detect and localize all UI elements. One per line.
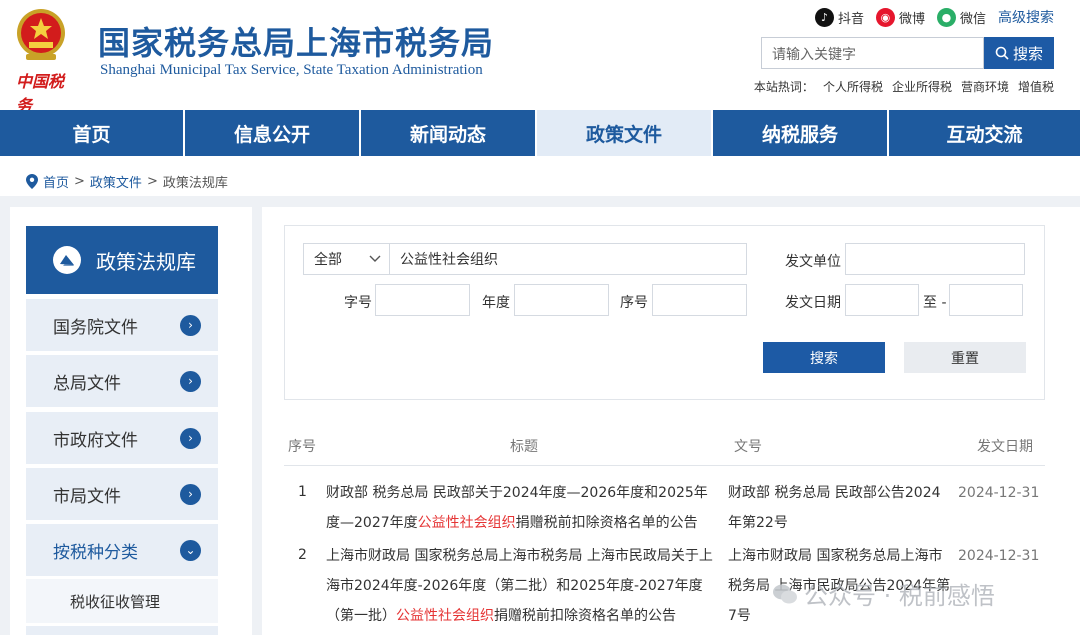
sidebar-item-label: 市政府文件 xyxy=(53,430,138,451)
date-label: 发文日期 xyxy=(785,295,841,311)
nav-info-disclosure[interactable]: 信息公开 xyxy=(185,110,361,156)
social-links: ♪ 抖音 ◉ 微博 ● 微信 高级搜索 xyxy=(814,6,1054,28)
year-label: 年度 xyxy=(482,295,510,311)
doc-no-input[interactable] xyxy=(375,284,470,316)
sidebar-item-state-council[interactable]: 国务院文件 › xyxy=(26,299,218,351)
hot-words-label: 本站热词： xyxy=(753,80,814,94)
nav-tax-service[interactable]: 纳税服务 xyxy=(713,110,889,156)
table-row[interactable]: 1 财政部 税务总局 民政部关于2024年度—2026年度和2025年度—202… xyxy=(284,478,1045,540)
row-title-highlight: 公益性社会组织 xyxy=(417,515,516,531)
hot-word[interactable]: 营商环境 xyxy=(961,78,1009,95)
sidebar-subitem-next[interactable] xyxy=(26,626,218,635)
nav-interaction[interactable]: 互动交流 xyxy=(889,110,1080,156)
sidebar-heading-label: 政策法规库 xyxy=(96,249,196,274)
wechat-link[interactable]: ● 微信 xyxy=(936,7,986,27)
douyin-link[interactable]: ♪ 抖音 xyxy=(814,7,864,27)
hot-word[interactable]: 增值税 xyxy=(1018,78,1054,95)
chevron-down-icon xyxy=(369,255,381,262)
brand-calligraphy: 中国税务 xyxy=(16,72,65,115)
search-button[interactable]: 搜索 xyxy=(984,37,1054,69)
douyin-icon: ♪ xyxy=(814,7,834,27)
row-title-text: 捐赠税前扣除资格名单的公告 xyxy=(494,608,676,624)
keyword-input[interactable]: 公益性社会组织 xyxy=(389,243,747,275)
chevron-down-icon: ⌄ xyxy=(180,539,201,561)
wechat-label: 微信 xyxy=(959,11,986,27)
row-date: 2024-12-31 xyxy=(958,548,1040,564)
date-from-input[interactable] xyxy=(845,284,919,316)
watermark-text: 公众号 · 税前感悟 xyxy=(804,582,995,610)
row-num: 2 xyxy=(298,547,307,563)
hot-word[interactable]: 企业所得税 xyxy=(892,78,952,95)
sidebar-item-label: 总局文件 xyxy=(53,373,121,394)
weibo-label: 微博 xyxy=(898,11,925,27)
sidebar-item-sta-docs[interactable]: 总局文件 › xyxy=(26,355,218,407)
breadcrumb-separator: > xyxy=(146,174,158,189)
sidebar-item-by-tax-type[interactable]: 按税种分类 ⌄ xyxy=(26,524,218,576)
advanced-search-link[interactable]: 高级搜索 xyxy=(998,7,1054,27)
date-to-label: 至 - xyxy=(923,295,947,311)
sidebar-item-municipal-gov[interactable]: 市政府文件 › xyxy=(26,412,218,464)
col-date: 发文日期 xyxy=(977,439,1033,455)
policy-library-icon xyxy=(53,246,81,274)
issuer-label: 发文单位 xyxy=(785,254,841,270)
breadcrumb-current: 政策法规库 xyxy=(162,176,228,191)
breadcrumb-separator: > xyxy=(74,174,85,189)
seq-input[interactable] xyxy=(652,284,747,316)
sidebar-item-municipal-bureau[interactable]: 市局文件 › xyxy=(26,468,218,520)
sidebar-heading: 政策法规库 xyxy=(26,226,218,294)
location-pin-icon xyxy=(26,174,38,189)
douyin-label: 抖音 xyxy=(837,11,864,27)
row-title-link[interactable]: 财政部 税务总局 民政部关于2024年度—2026年度和2025年度—2027年… xyxy=(326,478,714,538)
sidebar-item-label: 按税种分类 xyxy=(53,542,138,563)
filter-search-button[interactable]: 搜索 xyxy=(763,342,885,373)
site-title[interactable]: 国家税务总局上海市税务局 xyxy=(98,18,494,64)
search-input[interactable]: 请输入关键字 xyxy=(761,37,984,69)
doc-no-label: 字号 xyxy=(344,295,372,311)
main-nav: 首页 信息公开 新闻动态 政策文件 纳税服务 互动交流 xyxy=(0,110,1080,156)
chevron-right-icon: › xyxy=(180,370,201,392)
breadcrumb-home[interactable]: 首页 xyxy=(43,172,69,191)
row-doc-no: 财政部 税务总局 民政部公告2024年第22号 xyxy=(728,485,941,531)
scope-select-value: 全部 xyxy=(314,252,342,268)
sidebar-item-label: 国务院文件 xyxy=(53,317,138,338)
filter-reset-button[interactable]: 重置 xyxy=(904,342,1026,373)
date-to-input[interactable] xyxy=(949,284,1023,316)
search-icon xyxy=(995,46,1009,60)
national-emblem-icon xyxy=(14,6,68,64)
search-button-label: 搜索 xyxy=(1012,44,1043,63)
col-num: 序号 xyxy=(288,439,316,455)
breadcrumb-policy[interactable]: 政策文件 xyxy=(90,172,142,191)
seq-label: 序号 xyxy=(620,295,648,311)
chevron-right-icon: › xyxy=(180,483,201,505)
watermark: 公众号 · 税前感悟 xyxy=(772,576,995,611)
nav-home[interactable]: 首页 xyxy=(0,110,185,156)
wechat-watermark-icon xyxy=(773,584,797,603)
breadcrumb: 首页 > 政策文件 > 政策法规库 xyxy=(26,172,228,191)
site-subtitle: Shanghai Municipal Tax Service, State Ta… xyxy=(100,62,483,78)
row-title-link[interactable]: 上海市财政局 国家税务总局上海市税务局 上海市民政局关于上海市2024年度-20… xyxy=(326,541,714,631)
year-input[interactable] xyxy=(514,284,609,316)
sidebar-subitem-collection[interactable]: 税收征收管理 xyxy=(26,579,218,623)
sidebar-item-label: 市局文件 xyxy=(53,486,121,507)
chevron-right-icon: › xyxy=(180,314,201,336)
weibo-link[interactable]: ◉ 微博 xyxy=(875,7,925,27)
nav-policy-docs[interactable]: 政策文件 xyxy=(537,110,713,156)
col-title: 标题 xyxy=(510,439,538,455)
scope-select[interactable]: 全部 xyxy=(303,243,390,275)
issuer-input[interactable] xyxy=(845,243,1025,275)
hot-word[interactable]: 个人所得税 xyxy=(823,78,883,95)
site-header: 中国税务 国家税务总局上海市税务局 Shanghai Municipal Tax… xyxy=(0,0,1080,115)
wechat-icon: ● xyxy=(936,7,956,27)
col-doc: 文号 xyxy=(734,439,762,455)
nav-news[interactable]: 新闻动态 xyxy=(361,110,537,156)
weibo-icon: ◉ xyxy=(875,7,895,27)
row-title-highlight: 公益性社会组织 xyxy=(396,608,494,624)
row-title-text: 捐赠税前扣除资格名单的公告 xyxy=(515,515,698,531)
hot-words: 本站热词： 个人所得税 企业所得税 营商环境 增值税 xyxy=(754,78,1054,95)
row-date: 2024-12-31 xyxy=(958,485,1040,501)
chevron-right-icon: › xyxy=(180,427,201,449)
results-table-header: 序号 标题 文号 发文日期 xyxy=(284,426,1045,466)
row-num: 1 xyxy=(298,484,307,500)
